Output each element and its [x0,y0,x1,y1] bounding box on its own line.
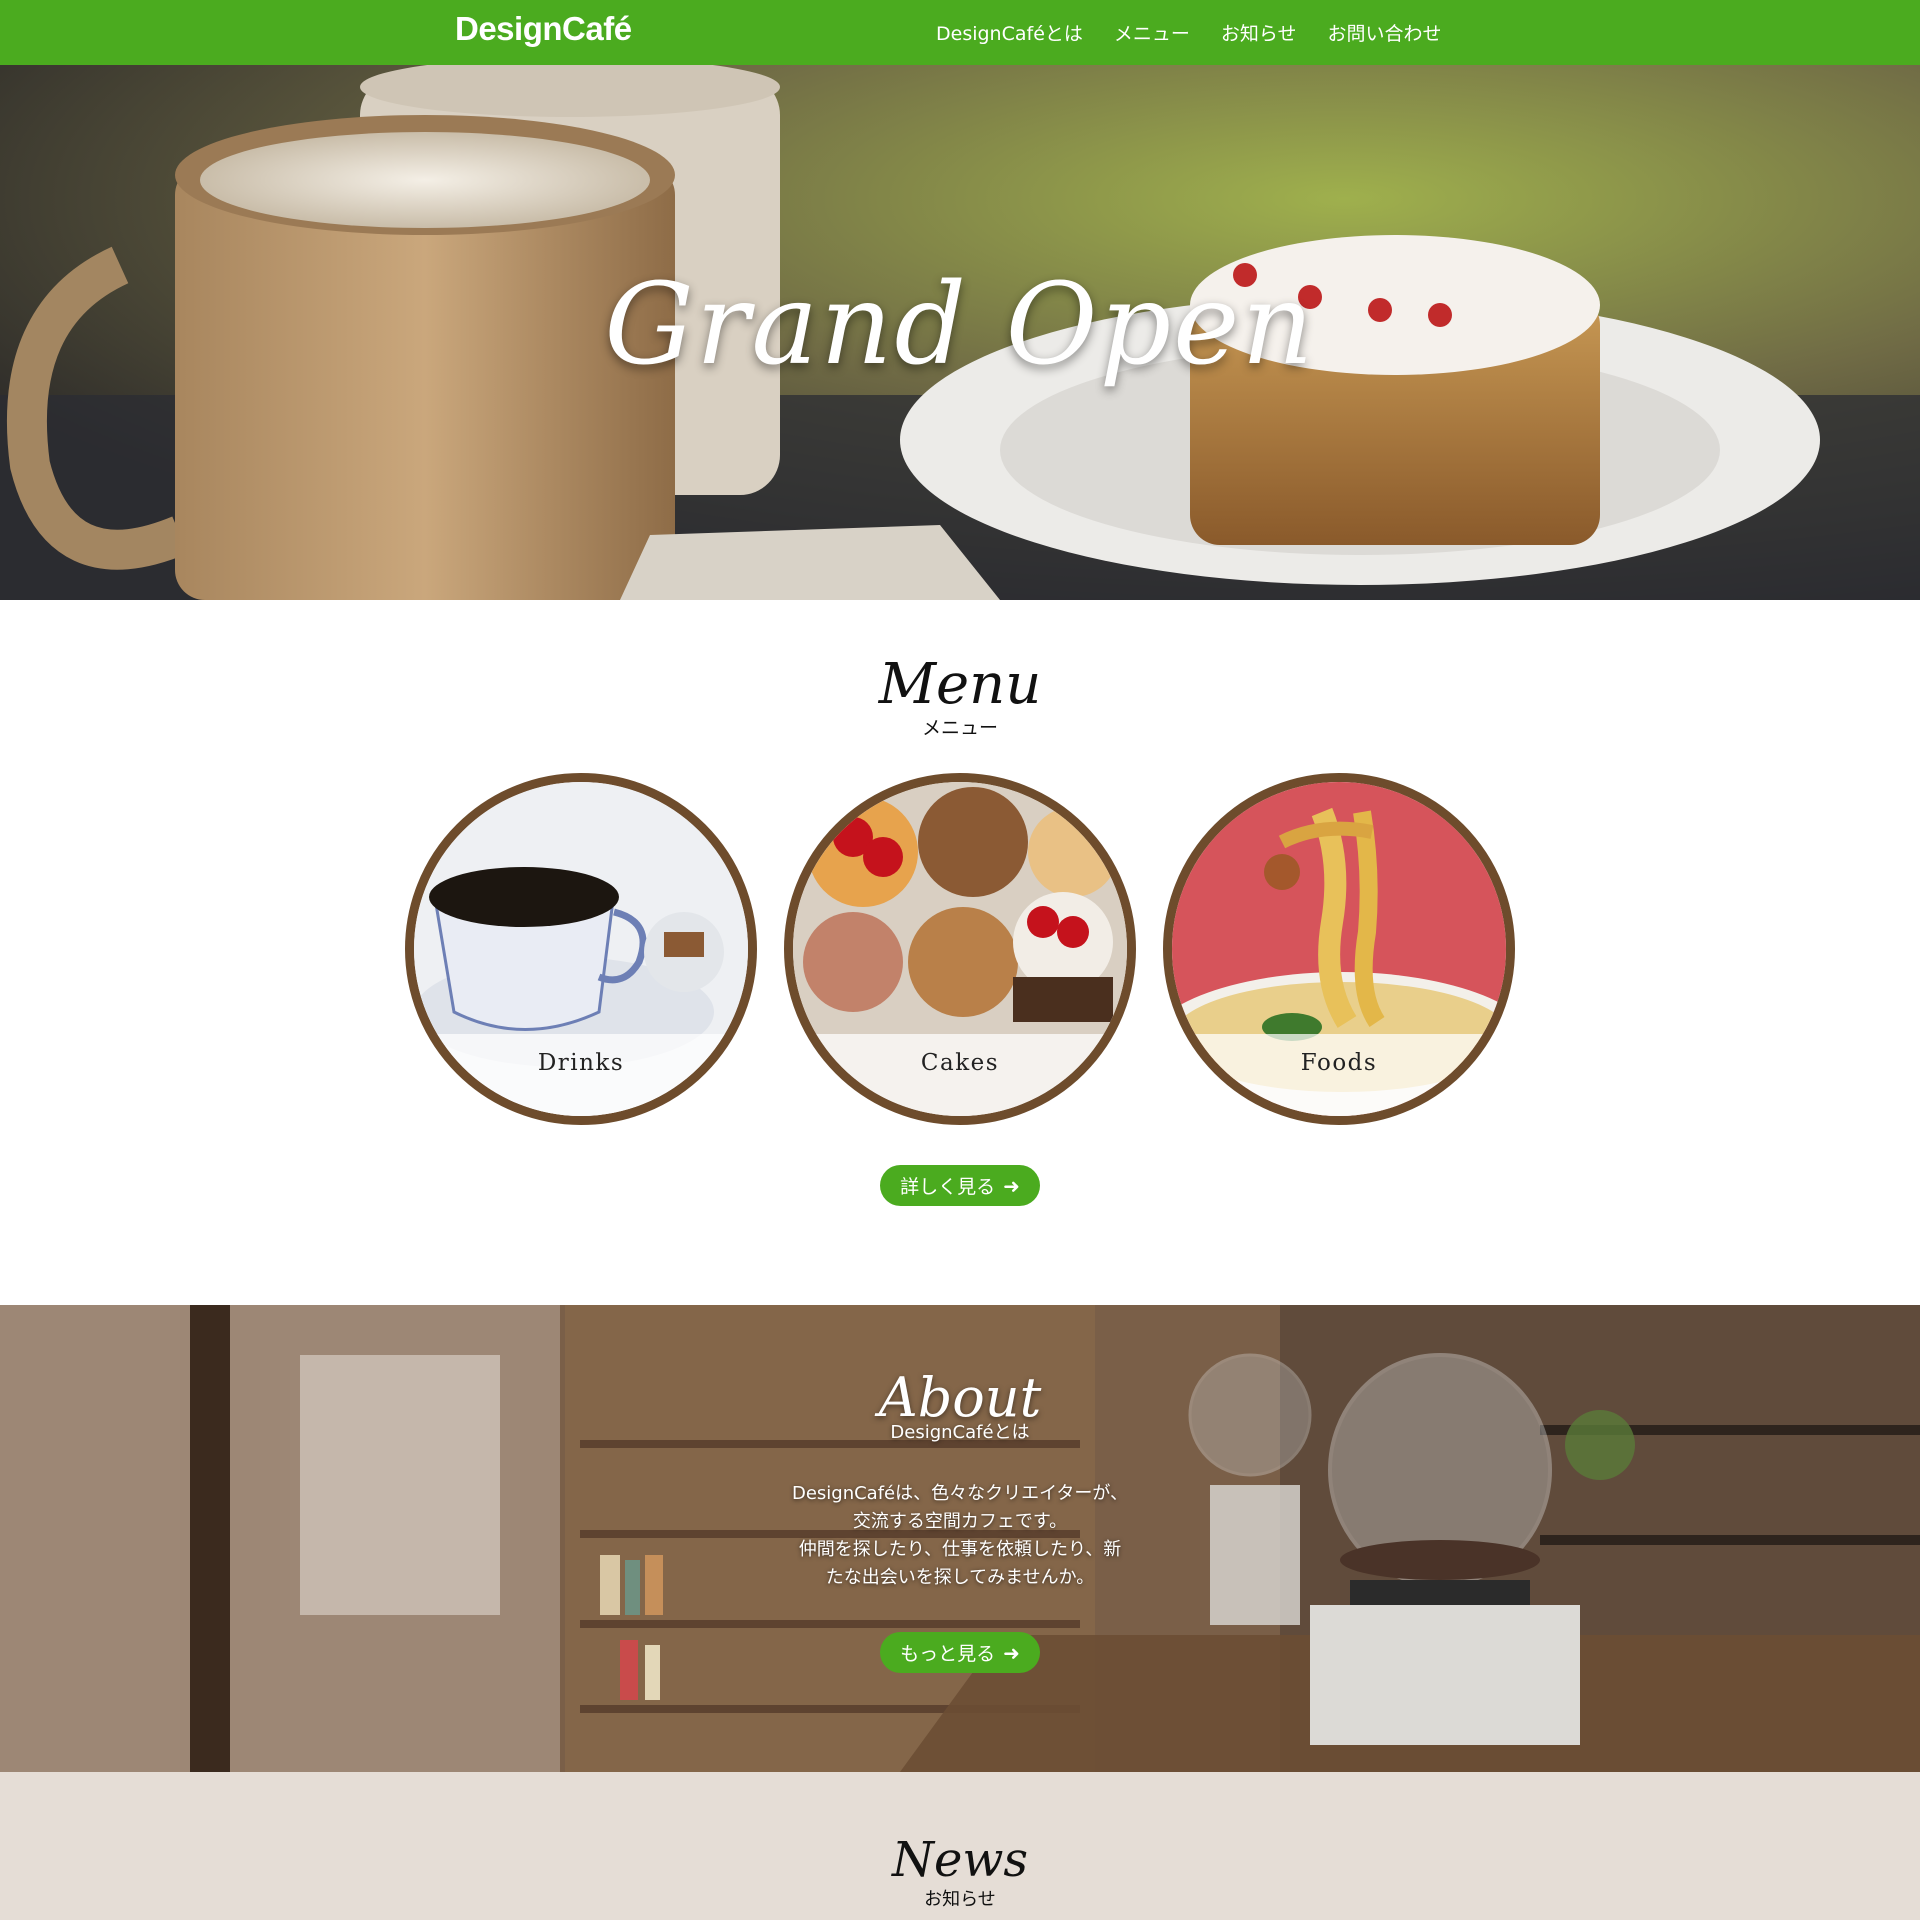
hero-title: Grand Open [604,260,1316,390]
nav-item-news[interactable]: お知らせ [1221,19,1297,46]
about-text-line: たな出会いを探してみませんか。 [825,1567,1095,1588]
menu-card-foods[interactable]: Foods [1163,773,1515,1125]
about-description: DesignCaféは、色々なクリエイターが、 交流する空間カフェです。 仲間を… [770,1480,1150,1592]
news-section: News お知らせ [0,1772,1920,1920]
menu-card-label: Drinks [537,1050,625,1076]
about-section: About DesignCaféとは DesignCaféは、色々なクリエイター… [0,1305,1920,1772]
menu-card-cakes[interactable]: Cakes [784,773,1136,1125]
nav-item-contact[interactable]: お問い合わせ [1328,19,1442,46]
menu-section-subtitle: メニュー [921,717,998,739]
menu-more-button[interactable]: 詳しく見る ➜ [880,1165,1040,1206]
menu-card-label: Foods [1300,1050,1378,1076]
about-more-button-label: もっと見る [900,1643,996,1665]
about-text-line: DesignCaféは、色々なクリエイターが、 [791,1483,1129,1504]
nav-item-about[interactable]: DesignCaféとは [936,19,1083,46]
site-logo[interactable]: DesignCafé [455,10,632,48]
about-text-line: 仲間を探したり、仕事を依頼したり、新 [798,1539,1122,1560]
about-text-line: 交流する空間カフェです。 [852,1511,1068,1532]
nav-item-menu[interactable]: メニュー [1114,19,1190,46]
menu-more-button-label: 詳しく見る [900,1176,996,1198]
news-section-title: News [891,1832,1029,1888]
about-more-button[interactable]: もっと見る ➜ [880,1632,1040,1673]
arrow-right-icon: ➜ [1003,1640,1020,1665]
arrow-right-icon: ➜ [1003,1173,1020,1198]
main-nav: DesignCaféとは メニュー お知らせ お問い合わせ [936,0,1442,65]
menu-section-title: Menu [878,652,1042,717]
site-header: DesignCafé DesignCaféとは メニュー お知らせ お問い合わせ [0,0,1920,65]
menu-card-drinks[interactable]: Drinks [405,773,757,1125]
menu-card-label: Cakes [920,1050,1000,1076]
hero-banner: Grand Open [0,65,1920,600]
news-section-subtitle: お知らせ [924,1889,996,1910]
about-section-subtitle: DesignCaféとは [890,1422,1030,1443]
